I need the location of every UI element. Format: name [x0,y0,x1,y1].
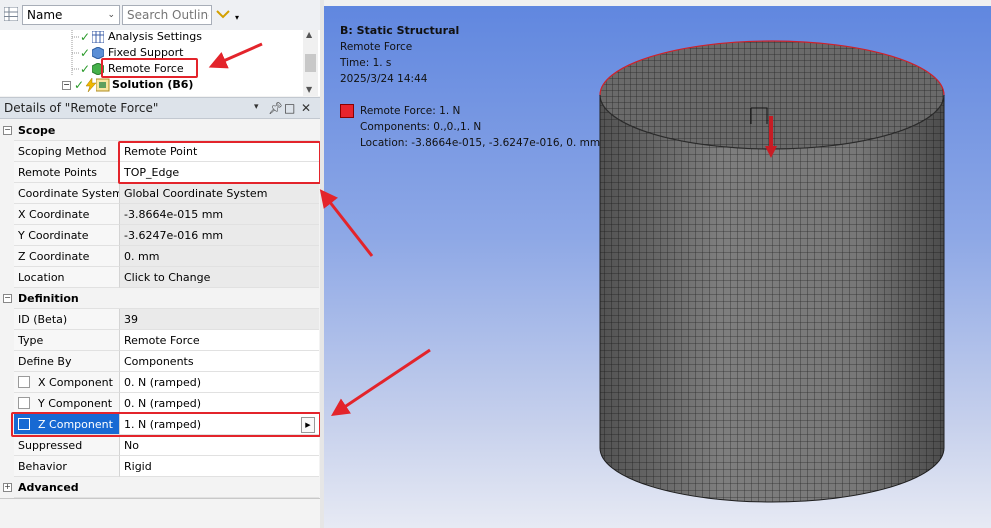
annotation-arrows [208,42,431,416]
